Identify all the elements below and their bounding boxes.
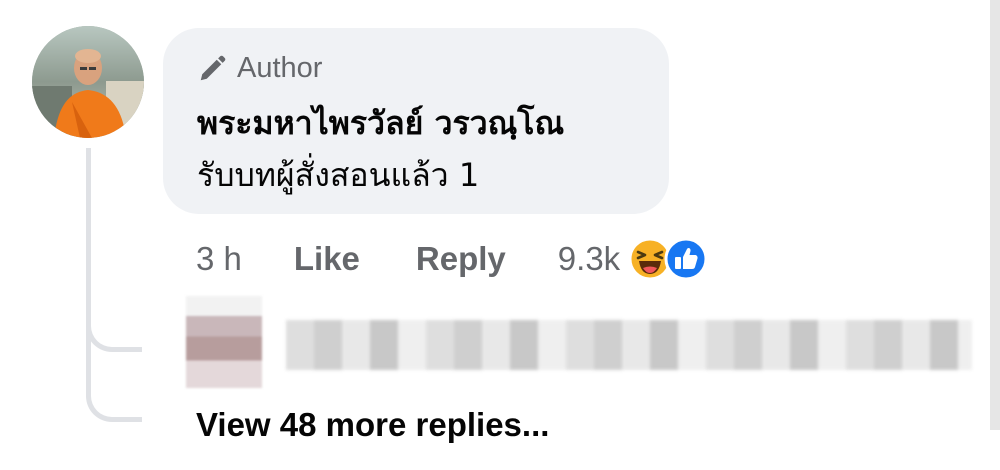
monk-avatar-photo (32, 26, 144, 138)
reply-button[interactable]: Reply (416, 240, 506, 278)
reaction-icons[interactable] (628, 237, 708, 281)
comment-author-name[interactable]: พระมหาไพรวัลย์ วรวณฺโณ (197, 98, 564, 149)
like-button[interactable]: Like (294, 240, 360, 278)
comment-actions: 3 h Like Reply 9.3k (196, 236, 708, 282)
comment-timestamp[interactable]: 3 h (196, 240, 242, 278)
scrollbar[interactable] (990, 0, 1000, 430)
comment-bubble: Author พระมหาไพรวัลย์ วรวณฺโณ รับบทผู้สั… (163, 28, 669, 214)
comment-text: รับบทผู้สั่งสอนแล้ว 1 (197, 156, 480, 194)
blurred-reply-text (286, 320, 972, 370)
blurred-reply (186, 296, 972, 388)
view-more-replies-button[interactable]: View 48 more replies... (196, 406, 549, 444)
reply-thread-line (86, 148, 142, 422)
reaction-count[interactable]: 9.3k (558, 240, 620, 278)
pencil-icon (200, 55, 226, 80)
author-badge-label: Author (237, 52, 323, 84)
author-avatar[interactable] (32, 26, 144, 138)
blurred-avatar (186, 296, 262, 388)
author-badge: Author (197, 52, 322, 85)
reply-thread-branch (86, 300, 142, 352)
like-reaction-icon (664, 237, 708, 281)
